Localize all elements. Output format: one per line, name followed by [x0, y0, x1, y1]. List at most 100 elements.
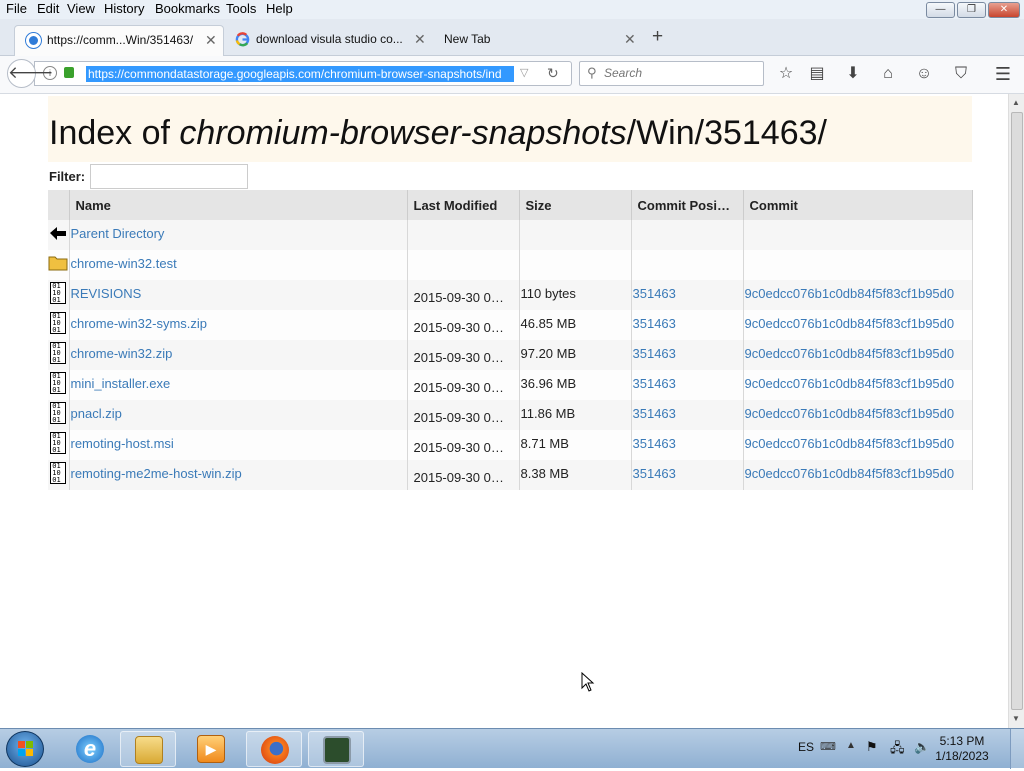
file-name-link[interactable]: remoting-me2me-host-win.zip: [71, 466, 242, 481]
tab-label: download visula studio co...: [256, 32, 403, 46]
file-name-link[interactable]: remoting-host.msi: [71, 436, 174, 451]
show-hidden-icons-icon[interactable]: ▲: [846, 740, 856, 751]
volume-muted-icon[interactable]: 🔈: [914, 739, 930, 755]
commit-position-link[interactable]: 351463: [633, 346, 676, 361]
mouse-cursor-icon: [581, 672, 595, 692]
scrollbar-thumb[interactable]: [1011, 112, 1023, 710]
commit-hash-link[interactable]: 9c0edcc076b1c0db84f5f83cf1b95d0: [745, 466, 955, 481]
size-cell: 8.71 MB: [519, 430, 632, 460]
close-tab-icon[interactable]: ✕: [624, 31, 636, 48]
taskbar-ie[interactable]: e: [62, 731, 118, 767]
minimize-button[interactable]: —: [926, 2, 955, 18]
url-text[interactable]: https://commondatastorage.googleapis.com…: [86, 66, 514, 82]
commit-position-link[interactable]: 351463: [633, 466, 676, 481]
action-center-flag-icon[interactable]: ⚑: [866, 739, 878, 755]
star-icon[interactable]: ☆: [775, 63, 797, 85]
menu-history[interactable]: History: [104, 1, 144, 16]
taskbar-firefox[interactable]: [246, 731, 302, 767]
reading-list-icon[interactable]: ▤: [806, 63, 828, 85]
address-bar[interactable]: i https://commondatastorage.googleapis.c…: [34, 61, 572, 86]
back-button[interactable]: 🡐: [7, 59, 54, 88]
commit-cell: [743, 250, 973, 280]
column-header-last-modified[interactable]: Last Modified: [407, 190, 520, 220]
column-header-size[interactable]: Size: [519, 190, 632, 220]
commit-hash-link[interactable]: 9c0edcc076b1c0db84f5f83cf1b95d0: [745, 436, 955, 451]
size-cell: 11.86 MB: [520, 406, 576, 421]
taskbar-task-manager[interactable]: [308, 731, 364, 767]
vertical-scrollbar[interactable]: ▲ ▼: [1008, 94, 1024, 728]
row-icon-cell: [48, 250, 70, 280]
close-tab-icon[interactable]: ✕: [205, 32, 217, 49]
file-name-link[interactable]: mini_installer.exe: [71, 376, 171, 391]
clock[interactable]: 5:13 PM 1/18/2023: [932, 734, 992, 764]
reload-icon[interactable]: ↻: [547, 65, 559, 82]
commit-position-link[interactable]: 351463: [633, 316, 676, 331]
taskbar-media-player[interactable]: ▶: [183, 731, 239, 767]
title-path: /Win/351463/: [626, 114, 827, 152]
commit-cell: 9c0edcc076b1c0db84f5f83cf1b95d0: [743, 340, 973, 370]
restore-button[interactable]: ❐: [957, 2, 986, 18]
table-header-row: Name Last Modified Size Commit Posi… Com…: [48, 190, 973, 220]
column-header-commit[interactable]: Commit: [743, 190, 973, 220]
menu-view[interactable]: View: [67, 1, 95, 16]
menu-bookmarks[interactable]: Bookmarks: [155, 1, 220, 16]
tab-chromium-index[interactable]: https://comm...Win/351463/ ✕: [14, 25, 224, 56]
file-name-link[interactable]: pnacl.zip: [71, 406, 122, 421]
menu-icon[interactable]: ☰: [992, 63, 1014, 85]
menu-file[interactable]: File: [6, 1, 27, 16]
commit-cell: 9c0edcc076b1c0db84f5f83cf1b95d0: [743, 370, 973, 400]
keyboard-icon[interactable]: ⌨: [820, 740, 836, 753]
show-desktop-button[interactable]: [1010, 729, 1024, 769]
chevron-down-icon[interactable]: ▽: [520, 66, 528, 79]
menu-tools[interactable]: Tools: [226, 1, 256, 16]
taskbar-explorer[interactable]: [120, 731, 176, 767]
commit-hash-link[interactable]: 9c0edcc076b1c0db84f5f83cf1b95d0: [745, 346, 955, 361]
row-icon-cell: 01 10 01: [48, 460, 70, 490]
lock-icon[interactable]: [64, 67, 74, 78]
commit-position-link[interactable]: 351463: [633, 436, 676, 451]
start-button[interactable]: [6, 731, 44, 767]
commit-position-link[interactable]: 351463: [633, 376, 676, 391]
close-window-button[interactable]: ✕: [988, 2, 1020, 18]
row-icon-cell: [48, 220, 70, 250]
pos-cell: [631, 220, 744, 250]
file-name-link[interactable]: Parent Directory: [71, 226, 165, 241]
filter-input[interactable]: [90, 164, 248, 189]
network-icon[interactable]: 🖧: [890, 739, 905, 761]
commit-cell: 9c0edcc076b1c0db84f5f83cf1b95d0: [743, 400, 973, 430]
download-icon[interactable]: ⬇: [842, 63, 864, 85]
scroll-up-icon[interactable]: ▲: [1012, 98, 1020, 107]
file-name-link[interactable]: chrome-win32-syms.zip: [71, 316, 208, 331]
commit-hash-link[interactable]: 9c0edcc076b1c0db84f5f83cf1b95d0: [745, 376, 955, 391]
column-header-name[interactable]: Name: [69, 190, 408, 220]
file-name-link[interactable]: REVISIONS: [71, 286, 142, 301]
scroll-down-icon[interactable]: ▼: [1012, 714, 1020, 723]
tab-google-search[interactable]: download visula studio co... ✕: [228, 25, 434, 56]
date-cell: 2015-09-30 0…: [407, 370, 520, 400]
close-tab-icon[interactable]: ✕: [414, 31, 426, 48]
search-box[interactable]: ⚲: [579, 61, 764, 86]
new-tab-button[interactable]: +: [652, 26, 663, 48]
pos-cell: 351463: [631, 430, 744, 460]
title-bucket: chromium-browser-snapshots: [179, 114, 627, 152]
file-name-link[interactable]: chrome-win32.zip: [71, 346, 173, 361]
menu-edit[interactable]: Edit: [37, 1, 59, 16]
explorer-icon: [135, 736, 163, 764]
search-input[interactable]: [604, 66, 754, 80]
date-cell: 2015-09-30 0…: [407, 280, 520, 310]
column-header-commit-position[interactable]: Commit Posi…: [631, 190, 744, 220]
commit-hash-link[interactable]: 9c0edcc076b1c0db84f5f83cf1b95d0: [745, 316, 955, 331]
pocket-icon[interactable]: ⛉: [950, 63, 972, 85]
home-icon[interactable]: ⌂: [877, 63, 899, 85]
last-modified-cell: 2015-09-30 0…: [413, 410, 504, 425]
menu-help[interactable]: Help: [266, 1, 293, 16]
tab-new-tab[interactable]: New Tab ✕: [438, 25, 644, 56]
commit-hash-link[interactable]: 9c0edcc076b1c0db84f5f83cf1b95d0: [745, 406, 955, 421]
commit-hash-link[interactable]: 9c0edcc076b1c0db84f5f83cf1b95d0: [745, 286, 955, 301]
commit-position-link[interactable]: 351463: [633, 286, 676, 301]
windows-logo-icon: [18, 741, 33, 756]
commit-position-link[interactable]: 351463: [633, 406, 676, 421]
chat-icon[interactable]: ☺: [913, 63, 935, 85]
language-indicator[interactable]: ES: [798, 740, 814, 754]
file-name-link[interactable]: chrome-win32.test: [71, 256, 177, 271]
